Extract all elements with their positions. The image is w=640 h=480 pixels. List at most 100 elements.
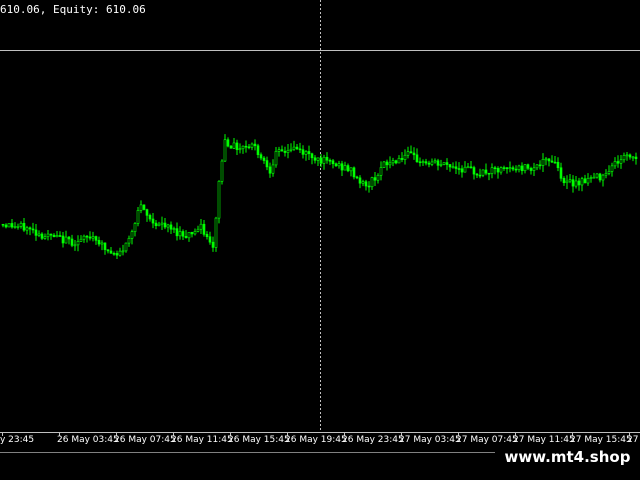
x-tick-label: 26 May 07:45 [114, 435, 176, 445]
candle-body [70, 238, 74, 246]
candle-body [475, 173, 479, 176]
chart-area[interactable]: y 23:45 26 May 03:45 26 May 07:45 26 May 11… [0, 0, 640, 480]
candle-body [493, 167, 497, 170]
candle-body [4, 224, 8, 228]
candle-body [352, 167, 356, 178]
candle-body [328, 159, 332, 162]
candle-body [397, 158, 401, 164]
candle-body [388, 162, 392, 166]
candle-body [439, 164, 443, 166]
candle-body [364, 181, 368, 187]
candle-body [562, 178, 566, 184]
candle-body [319, 157, 323, 164]
candle-body [481, 169, 485, 176]
candle-body [67, 236, 71, 240]
candle-body [499, 167, 503, 173]
candle-body [142, 204, 146, 210]
candle-body [13, 226, 17, 228]
candle-body [217, 181, 221, 219]
candle-body [304, 151, 308, 155]
candle-body [49, 233, 53, 236]
candlestick-group [1, 134, 638, 260]
candle-body [175, 228, 179, 237]
candle-body [436, 160, 440, 166]
candle-body [595, 173, 599, 178]
candle-body [121, 250, 125, 253]
candle-body [505, 167, 509, 170]
candle-body [295, 146, 299, 150]
candle-body [229, 145, 233, 149]
candle-body [169, 224, 173, 230]
candle-body [376, 175, 380, 181]
candle-body [184, 236, 188, 239]
candle-body [28, 227, 32, 230]
x-tick-label: 26 May 03:45 [57, 435, 119, 445]
candle-body [547, 158, 551, 162]
candle-body [433, 160, 437, 163]
candle-body [289, 148, 293, 151]
candle-body [583, 178, 587, 184]
candle-body [196, 228, 200, 232]
price-chart[interactable]: y 23:45 26 May 03:4526 May 07:4526 May 11… [0, 0, 640, 480]
candle-body [451, 166, 455, 169]
candle-body [556, 161, 560, 169]
candle-body [244, 145, 248, 148]
candle-body [292, 146, 296, 150]
candle-body [85, 235, 89, 238]
candle-body [577, 180, 581, 186]
candle-body [124, 242, 128, 252]
candle-body [601, 174, 605, 181]
candle-body [421, 161, 425, 163]
candle-body [409, 151, 413, 154]
candle-body [241, 145, 245, 150]
candle-body [442, 162, 446, 165]
candle-body [490, 167, 494, 174]
candle-body [349, 167, 353, 172]
candle-body [511, 167, 515, 170]
candle-body [166, 224, 170, 228]
candle-body [103, 242, 107, 250]
candle-body [274, 151, 278, 166]
x-tick-label: 26 May 15:45 [228, 435, 290, 445]
candle-body [235, 142, 239, 151]
candle-body [55, 235, 59, 238]
candle-body [346, 165, 350, 172]
candle-body [424, 161, 428, 164]
candle-body [253, 143, 257, 147]
candle-body [109, 250, 113, 254]
candle-body [61, 235, 65, 244]
candle-body [568, 179, 572, 182]
candle-body [625, 154, 629, 157]
candle-body [238, 148, 242, 151]
candle-body [574, 180, 578, 187]
candle-body [610, 165, 614, 172]
candle-body [262, 157, 266, 161]
candle-body [64, 236, 68, 244]
candle-body [7, 223, 11, 228]
candle-body [619, 159, 623, 164]
candle-body [97, 240, 101, 245]
candle-body [73, 244, 77, 247]
candle-body [334, 163, 338, 167]
candle-body [502, 167, 506, 169]
candle-body [463, 166, 467, 173]
candle-body [223, 139, 227, 162]
candle-body [586, 178, 590, 184]
candle-body [385, 161, 389, 166]
candle-body [634, 156, 638, 160]
candle-body [202, 223, 206, 235]
candle-body [565, 180, 569, 184]
x-tick-label: 27 May 03:45 [399, 435, 461, 445]
candle-body [31, 228, 35, 231]
candle-body [106, 249, 110, 252]
candle-body [559, 167, 563, 179]
candle-body [403, 154, 407, 160]
candle-body [508, 167, 512, 170]
candle-body [589, 177, 593, 179]
candle-body [340, 163, 344, 171]
candle-body [259, 154, 263, 159]
candle-body [280, 149, 284, 152]
candle-body [265, 160, 269, 168]
candle-body [46, 233, 50, 238]
candle-body [430, 161, 434, 165]
